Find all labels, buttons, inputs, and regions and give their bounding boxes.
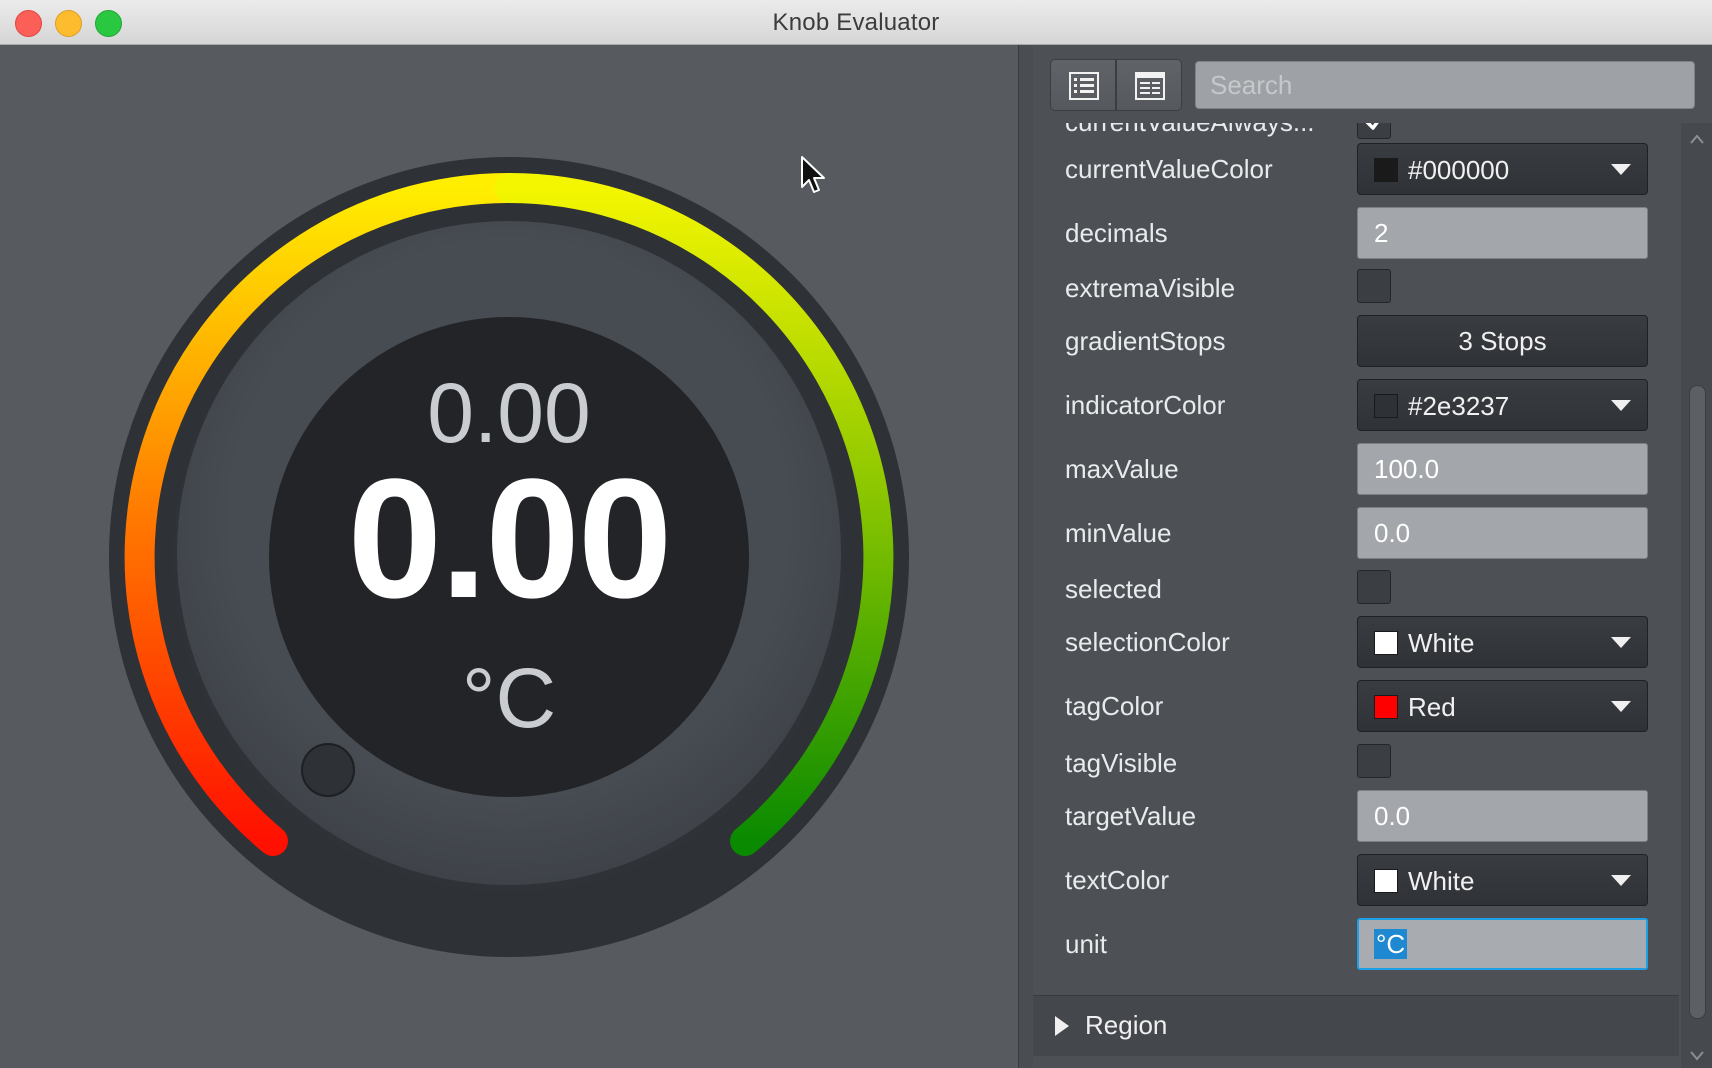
- property-row: maxValue 100.0: [1033, 443, 1679, 495]
- color-swatch: [1374, 394, 1398, 418]
- property-row: currentValueColor #000000: [1033, 143, 1679, 195]
- property-row: textColor White: [1033, 854, 1679, 906]
- region-label: Region: [1085, 1010, 1168, 1040]
- property-label: selected: [1065, 574, 1162, 604]
- details-icon: [1135, 72, 1165, 100]
- current-value-text: 0.00: [347, 444, 673, 634]
- gradient-stops-button[interactable]: 3 Stops: [1357, 315, 1648, 367]
- property-row: selected: [1033, 566, 1679, 610]
- checkmark-icon: [1365, 123, 1379, 130]
- property-label: minValue: [1065, 518, 1172, 548]
- property-text-field[interactable]: 2: [1357, 207, 1648, 259]
- property-sheet: currentValueAlways... currentValueColor …: [1033, 45, 1712, 1068]
- color-picker-dropdown[interactable]: #000000: [1357, 143, 1648, 195]
- dropdown-arrow-icon: [1611, 400, 1631, 411]
- color-swatch: [1374, 695, 1398, 719]
- alphabetical-view-button[interactable]: [1116, 59, 1182, 111]
- color-swatch: [1374, 631, 1398, 655]
- color-swatch: [1374, 869, 1398, 893]
- title-bar: Knob Evaluator: [0, 0, 1712, 45]
- color-picker-dropdown[interactable]: #2e3237: [1357, 379, 1648, 431]
- color-value: White: [1408, 628, 1475, 658]
- property-label: unit: [1065, 929, 1107, 959]
- property-label: gradientStops: [1065, 326, 1226, 356]
- unit-text-field[interactable]: °C: [1357, 918, 1648, 970]
- property-label: decimals: [1065, 218, 1168, 248]
- color-value: White: [1408, 866, 1475, 896]
- property-row: tagVisible: [1033, 740, 1679, 784]
- property-label: extremaVisible: [1065, 273, 1236, 303]
- property-label: currentValueColor: [1065, 154, 1273, 184]
- property-row: targetValue 0.0: [1033, 790, 1679, 842]
- app-window: Knob Evaluator 0.00 0.00 °C Search curre…: [0, 0, 1712, 1068]
- scroll-up-icon[interactable]: [1689, 133, 1705, 145]
- property-checkbox[interactable]: [1357, 123, 1391, 139]
- categorized-view-button[interactable]: [1050, 59, 1116, 111]
- scroll-down-icon[interactable]: [1689, 1050, 1705, 1062]
- property-text-field[interactable]: 0.0: [1357, 790, 1648, 842]
- dropdown-arrow-icon: [1611, 637, 1631, 648]
- property-label: textColor: [1065, 865, 1170, 895]
- dropdown-arrow-icon: [1611, 875, 1631, 886]
- color-value: #2e3237: [1408, 391, 1510, 421]
- property-row: indicatorColor #2e3237: [1033, 379, 1679, 431]
- unit-text: °C: [461, 651, 557, 745]
- color-picker-dropdown[interactable]: White: [1357, 616, 1648, 668]
- property-checkbox[interactable]: [1357, 570, 1391, 604]
- property-row: selectionColor White: [1033, 616, 1679, 668]
- property-row: gradientStops 3 Stops: [1033, 315, 1679, 367]
- color-picker-dropdown[interactable]: White: [1357, 854, 1648, 906]
- color-value: Red: [1408, 692, 1456, 722]
- color-value: #000000: [1408, 155, 1510, 185]
- property-checkbox[interactable]: [1357, 269, 1391, 303]
- property-row: unit °C: [1033, 918, 1679, 970]
- property-label: tagVisible: [1065, 748, 1178, 778]
- property-row: tagColor Red: [1033, 680, 1679, 732]
- scrollbar-thumb[interactable]: [1689, 385, 1706, 1019]
- property-label: currentValueAlways...: [1065, 123, 1315, 138]
- color-swatch: [1374, 158, 1398, 182]
- property-checkbox[interactable]: [1357, 744, 1391, 778]
- property-list: currentValueAlways... currentValueColor …: [1033, 123, 1679, 991]
- dropdown-arrow-icon: [1611, 164, 1631, 175]
- knob-gauge[interactable]: 0.00 0.00 °C: [0, 45, 1018, 1068]
- property-toolbar: [1033, 45, 1712, 123]
- vertical-scrollbar[interactable]: [1681, 123, 1712, 1068]
- window-title: Knob Evaluator: [772, 9, 940, 36]
- split-pane-divider[interactable]: [1018, 45, 1034, 1068]
- property-text-field[interactable]: 100.0: [1357, 443, 1648, 495]
- property-row: extremaVisible: [1033, 265, 1679, 309]
- property-label: selectionColor: [1065, 627, 1230, 657]
- property-row: minValue 0.0: [1033, 507, 1679, 559]
- property-label: maxValue: [1065, 454, 1179, 484]
- mouse-pointer-icon: [801, 156, 825, 193]
- dropdown-arrow-icon: [1611, 701, 1631, 712]
- property-label: targetValue: [1065, 801, 1197, 831]
- selected-text: °C: [1374, 929, 1408, 959]
- property-row: decimals 2: [1033, 207, 1679, 259]
- property-label: indicatorColor: [1065, 390, 1226, 420]
- knob-indicator: [301, 743, 355, 797]
- list-icon: [1069, 72, 1099, 100]
- color-picker-dropdown[interactable]: Red: [1357, 680, 1648, 732]
- property-text-field[interactable]: 0.0: [1357, 507, 1648, 559]
- expand-triangle-icon: [1055, 1016, 1069, 1036]
- region-category-header[interactable]: Region: [1033, 995, 1679, 1056]
- search-input[interactable]: [1195, 61, 1695, 109]
- property-label: tagColor: [1065, 691, 1164, 721]
